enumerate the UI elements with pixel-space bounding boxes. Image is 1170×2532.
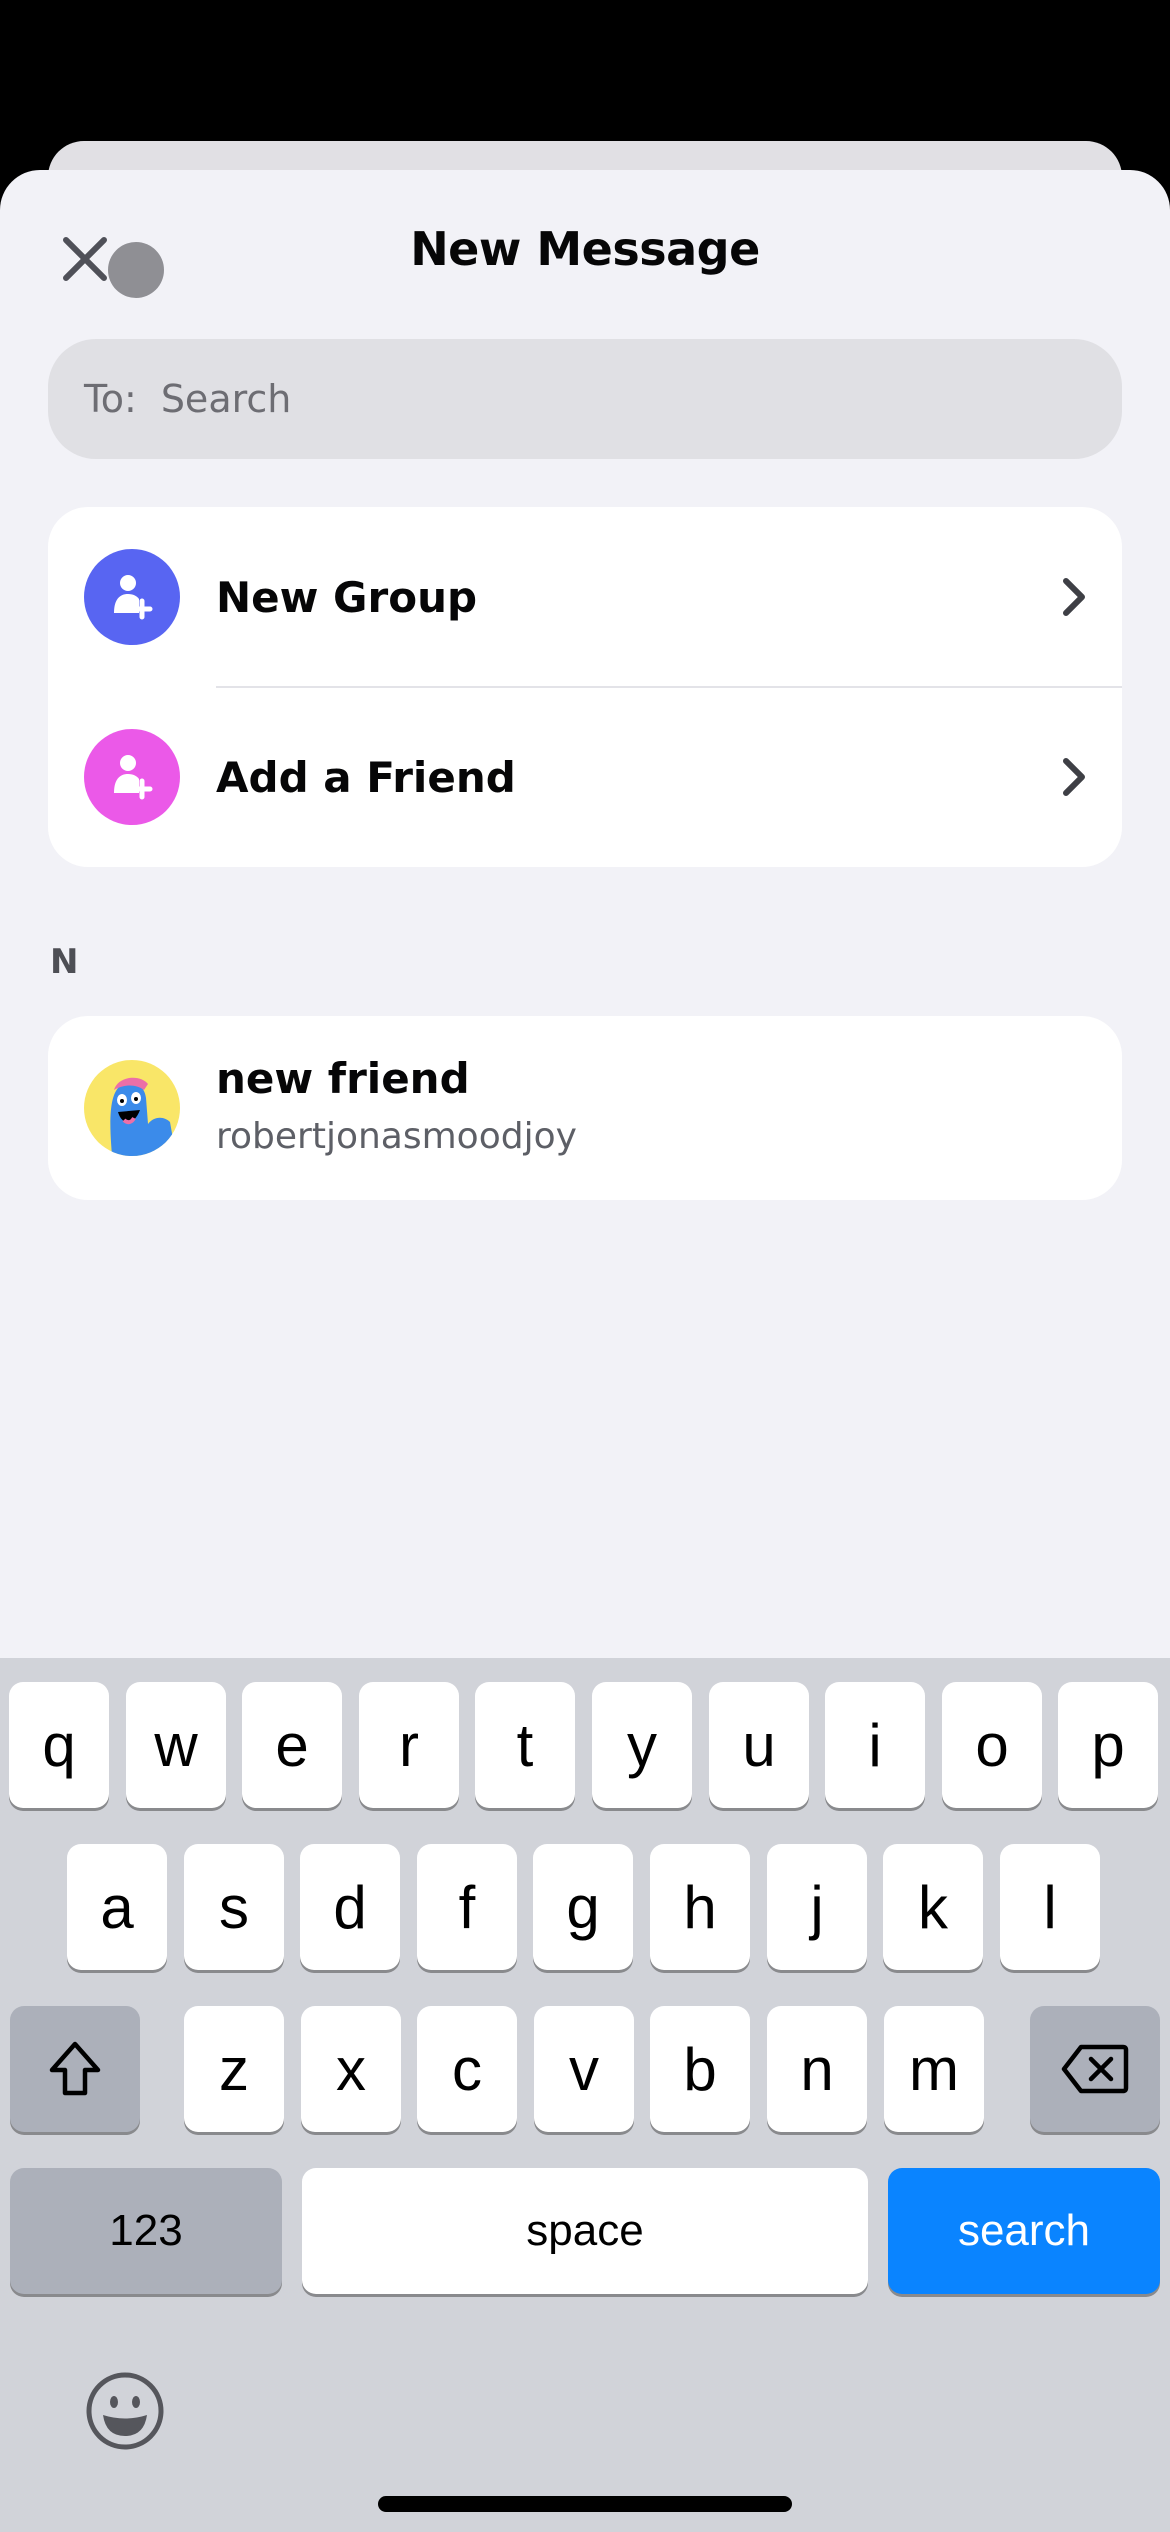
key-p[interactable]: p xyxy=(1058,1682,1158,1808)
avatar xyxy=(84,1060,180,1156)
friend-username: robertjonasmoodjoy xyxy=(216,1116,577,1157)
key-w[interactable]: w xyxy=(126,1682,226,1808)
actions-card: New Group Add a Friend xyxy=(48,507,1122,867)
chevron-right-icon xyxy=(1063,578,1085,616)
add-friend-label: Add a Friend xyxy=(216,752,516,802)
emoji-button[interactable] xyxy=(84,2370,166,2457)
page-title: New Message xyxy=(410,222,760,276)
key-c[interactable]: c xyxy=(417,2006,517,2132)
shift-icon xyxy=(49,2041,101,2096)
key-y[interactable]: y xyxy=(592,1682,692,1808)
key-v[interactable]: v xyxy=(534,2006,634,2132)
key-z[interactable]: z xyxy=(184,2006,284,2132)
home-indicator xyxy=(378,2496,792,2512)
key-g[interactable]: g xyxy=(533,1844,633,1970)
key-m[interactable]: m xyxy=(884,2006,984,2132)
key-r[interactable]: r xyxy=(359,1682,459,1808)
friend-display-name: new friend xyxy=(216,1054,470,1103)
add-user-icon xyxy=(114,755,153,800)
key-u[interactable]: u xyxy=(709,1682,809,1808)
key-h[interactable]: h xyxy=(650,1844,750,1970)
new-group-button[interactable]: New Group xyxy=(48,507,1122,688)
key-f[interactable]: f xyxy=(417,1844,517,1970)
key-o[interactable]: o xyxy=(942,1682,1042,1808)
on-screen-keyboard: qwertyuiop asdfghjkl zxcvbnm 123 space s… xyxy=(0,1658,1170,2532)
new-group-label: New Group xyxy=(216,572,478,622)
key-j[interactable]: j xyxy=(767,1844,867,1970)
space-key[interactable]: space xyxy=(302,2168,868,2294)
key-a[interactable]: a xyxy=(67,1844,167,1970)
new-group-icon-circle xyxy=(84,549,180,645)
key-n[interactable]: n xyxy=(767,2006,867,2132)
friend-list-item[interactable]: new friend robertjonasmoodjoy xyxy=(48,1016,1122,1200)
avatar-character-icon xyxy=(110,1077,176,1156)
key-e[interactable]: e xyxy=(242,1682,342,1808)
key-l[interactable]: l xyxy=(1000,1844,1100,1970)
backspace-key[interactable] xyxy=(1030,2006,1160,2132)
add-user-icon xyxy=(114,575,153,620)
friends-list: new friend robertjonasmoodjoy xyxy=(48,1016,1122,1200)
key-x[interactable]: x xyxy=(301,2006,401,2132)
key-q[interactable]: q xyxy=(9,1682,109,1808)
key-b[interactable]: b xyxy=(650,2006,750,2132)
chevron-right-icon xyxy=(1063,758,1085,796)
add-friend-icon-circle xyxy=(84,729,180,825)
to-label: To: xyxy=(84,377,137,421)
search-input[interactable] xyxy=(160,377,961,421)
key-k[interactable]: k xyxy=(883,1844,983,1970)
shift-key[interactable] xyxy=(10,2006,140,2132)
search-key[interactable]: search xyxy=(888,2168,1160,2294)
section-header: N xyxy=(50,942,79,982)
numbers-key[interactable]: 123 xyxy=(10,2168,282,2294)
key-t[interactable]: t xyxy=(475,1682,575,1808)
key-i[interactable]: i xyxy=(825,1682,925,1808)
key-d[interactable]: d xyxy=(300,1844,400,1970)
recipient-search-field[interactable]: To: xyxy=(48,339,1122,459)
key-s[interactable]: s xyxy=(184,1844,284,1970)
backspace-icon xyxy=(1061,2044,1129,2094)
add-friend-button[interactable]: Add a Friend xyxy=(48,687,1122,867)
emoji-icon xyxy=(86,2372,164,2450)
